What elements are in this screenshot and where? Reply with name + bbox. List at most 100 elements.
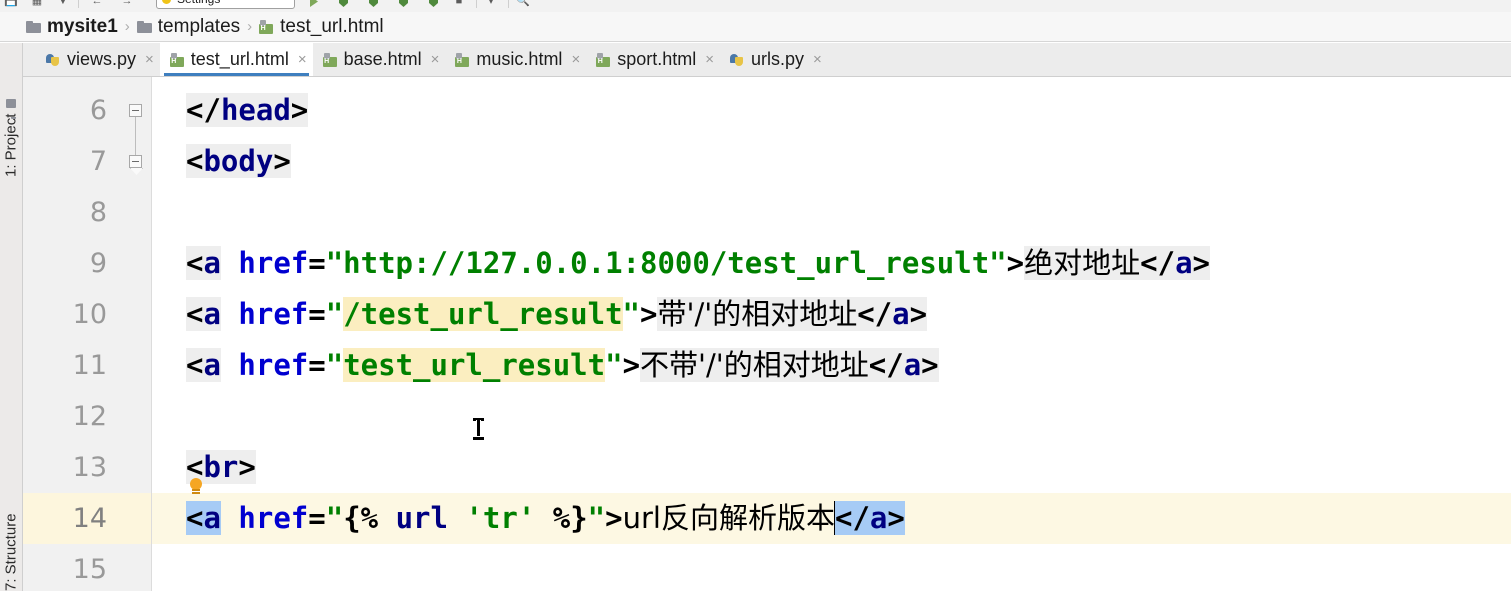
- save-icon[interactable]: 💾: [4, 0, 18, 8]
- run-configuration-label: Settings: [177, 0, 220, 6]
- code-line[interactable]: <a href="http://127.0.0.1:8000/test_url_…: [186, 238, 1210, 289]
- sync-icon[interactable]: ▼: [56, 0, 70, 8]
- stop-icon[interactable]: ■: [452, 0, 466, 8]
- code-token: test_url_result: [343, 348, 606, 382]
- code-token: >: [921, 348, 939, 382]
- code-token: ": [325, 297, 344, 331]
- gutter-row: 12: [23, 391, 119, 442]
- sidebar-item-project[interactable]: 1: Project: [0, 47, 22, 177]
- gutter-row: 15: [23, 544, 119, 591]
- project-structure-icon[interactable]: ▦: [30, 0, 44, 8]
- close-icon[interactable]: ×: [571, 52, 580, 67]
- python-file-icon: [46, 53, 61, 67]
- line-number: 14: [72, 503, 107, 534]
- code-line[interactable]: <a href="/test_url_result">带'/'的相对地址</a>: [186, 289, 928, 340]
- breadcrumb-item-templates[interactable]: templates: [136, 16, 240, 38]
- close-icon[interactable]: ×: [298, 52, 307, 67]
- close-icon[interactable]: ×: [145, 52, 154, 67]
- line-number: 6: [89, 95, 107, 126]
- line-number: 13: [72, 452, 107, 483]
- breadcrumb-item-test-url-html[interactable]: H test_url.html: [259, 15, 384, 38]
- line-number: 15: [72, 554, 107, 585]
- code-token: br: [203, 450, 239, 484]
- code-text-area[interactable]: </head> <body> <a href="http://127.0.0.1:8…: [152, 77, 1511, 591]
- line-number-gutter[interactable]: 6 7 8 9 10 11 12 13 14 15: [23, 77, 120, 591]
- code-token: <: [834, 501, 853, 535]
- toolbar-separator-2: [476, 0, 477, 8]
- html-file-icon: H: [455, 52, 470, 67]
- gutter-row: 14: [23, 493, 119, 544]
- config-status-dot: [162, 0, 171, 4]
- code-line[interactable]: <a href="{% url 'tr' %}">url反向解析版本</a>: [186, 493, 905, 544]
- code-token: ": [587, 501, 606, 535]
- code-line[interactable]: <body>: [186, 136, 291, 187]
- code-token: a: [203, 348, 221, 382]
- code-token: a: [203, 246, 221, 280]
- redo-icon[interactable]: →: [120, 0, 134, 8]
- editor-tab-label: test_url.html: [190, 49, 289, 69]
- tool-window-label: 1: Project: [2, 113, 20, 177]
- fold-collapse-icon[interactable]: [129, 155, 142, 168]
- code-token: a: [203, 297, 221, 331]
- code-token: >: [909, 297, 928, 331]
- code-token: head: [220, 93, 291, 127]
- code-line[interactable]: </head>: [186, 85, 309, 136]
- code-token: ": [325, 501, 344, 535]
- code-token: <: [186, 144, 204, 178]
- code-token: >: [273, 144, 291, 178]
- line-number: 9: [89, 248, 107, 279]
- code-token: a: [903, 348, 922, 382]
- editor-tab-urls-py[interactable]: urls.py ×: [720, 43, 828, 76]
- close-icon[interactable]: ×: [705, 52, 714, 67]
- step-over-icon[interactable]: [366, 0, 381, 9]
- code-token: >: [1192, 246, 1210, 280]
- step-out-icon[interactable]: [426, 0, 441, 9]
- chevron-down-icon[interactable]: ▾: [484, 0, 498, 8]
- code-token: =: [308, 501, 326, 535]
- lightbulb-icon[interactable]: [188, 478, 204, 496]
- search-icon[interactable]: 🔍: [516, 0, 530, 8]
- sidebar-item-structure[interactable]: 7: Structure: [0, 461, 22, 591]
- code-token: /: [886, 348, 904, 382]
- close-icon[interactable]: ×: [431, 52, 440, 67]
- code-folding-gutter[interactable]: [119, 77, 152, 591]
- line-number: 8: [89, 197, 107, 228]
- code-token: >: [640, 297, 658, 331]
- fold-region-line: [135, 117, 136, 155]
- run-icon[interactable]: [306, 0, 321, 9]
- editor-tab-sport-html[interactable]: Hsport.html ×: [586, 43, 720, 76]
- code-token: <: [186, 93, 204, 127]
- close-icon[interactable]: ×: [813, 52, 822, 67]
- editor-tab-views-py[interactable]: views.py ×: [36, 43, 160, 76]
- code-token: /: [852, 501, 870, 535]
- breadcrumb-label: test_url.html: [280, 15, 384, 37]
- code-token: <: [868, 348, 887, 382]
- debug-icon[interactable]: [336, 0, 351, 9]
- editor-tab-base-html[interactable]: Hbase.html ×: [313, 43, 446, 76]
- html-file-icon: H: [169, 52, 185, 67]
- breadcrumb-item-mysite1[interactable]: mysite1: [26, 16, 118, 38]
- fold-region-end-marker: [130, 168, 143, 175]
- step-into-icon[interactable]: [396, 0, 411, 9]
- editor-tab-music-html[interactable]: Hmusic.html ×: [445, 43, 586, 76]
- code-token: <: [186, 246, 204, 280]
- code-token: <: [1140, 246, 1158, 280]
- code-token: a: [203, 501, 221, 535]
- code-editor[interactable]: 6 7 8 9 10 11 12 13 14 15 </head> <body> <a href="h…: [23, 77, 1511, 591]
- editor-tab-test-url-html[interactable]: Htest_url.html ×: [159, 43, 313, 76]
- code-token: {%: [343, 501, 379, 535]
- editor-tab-bar: views.py × Htest_url.html × Hbase.html × Hmusi…: [0, 43, 1511, 77]
- python-file-icon: [730, 53, 745, 67]
- code-token: 带'/'的相对地址: [657, 297, 858, 331]
- run-configuration-selector[interactable]: Settings: [156, 0, 295, 9]
- undo-icon[interactable]: ←: [90, 0, 104, 8]
- code-token: <: [857, 297, 875, 331]
- pycharm-window: 💾 ▦ ▼ ← → Settings ■ ▾ 🔍: [0, 0, 1511, 591]
- code-token: "http://127.0.0.1:8000/test_url_result": [325, 246, 1007, 280]
- code-token: a: [892, 297, 910, 331]
- fold-collapse-icon[interactable]: [129, 104, 142, 117]
- line-number: 11: [72, 350, 107, 381]
- code-line[interactable]: <a href="test_url_result">不带'/'的相对地址</a>: [186, 340, 939, 391]
